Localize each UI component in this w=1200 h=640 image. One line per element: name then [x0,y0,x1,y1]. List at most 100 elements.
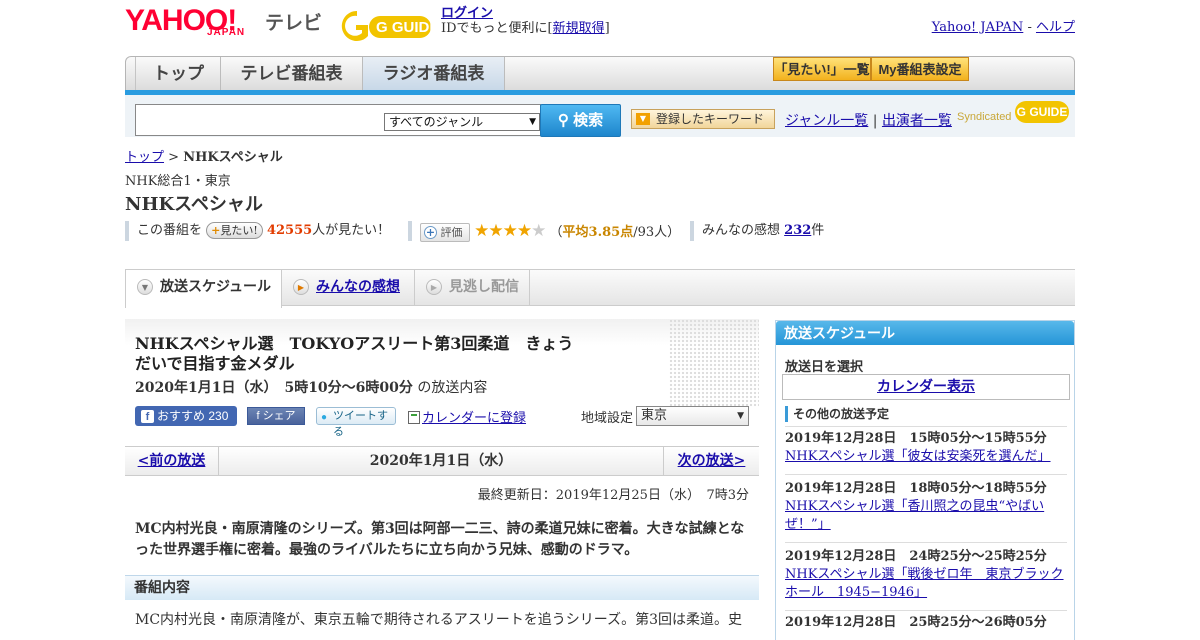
schedule-item-date: 2019年12月28日 24時25分～25時25分 [785,549,1047,564]
program-detail-text: MC内村光良・南原清隆が、東京五輪で期待されるアスリートを追うシリーズ。第3回は… [135,612,742,628]
yahoo-japan-link[interactable]: Yahoo! JAPAN [932,20,1024,35]
login-link[interactable]: ログイン [441,6,493,21]
prev-broadcast-link[interactable]: <前の放送 [125,447,219,475]
schedule-item-link[interactable]: NHKスペシャル選「彼女は安楽死を選んだ」 [785,448,1067,466]
genre-select[interactable]: すべてのジャンル [384,113,540,131]
star-icon: ★ [516,221,532,241]
schedule-sidebar: 放送スケジュール 放送日を選択 カレンダー表示 その他の放送予定 2019年12… [775,320,1075,640]
search-links: ジャンル一覧 | 出演者一覧 [785,110,952,130]
search-button[interactable]: ⚲ 検索 [540,104,621,137]
page-title: NHKスペシャル [125,194,263,215]
schedule-item-date: 2019年12月28日 25時25分～26時05分 [785,615,1047,630]
facebook-count: 230 [208,409,229,423]
help-link[interactable]: ヘルプ [1036,20,1075,35]
my-schedule-button[interactable]: My番組表設定 [871,57,969,81]
mitai-list-button[interactable]: 「見たい!」一覧 [773,57,871,81]
facebook-share-button[interactable]: f シェア [247,407,305,425]
impressions-count[interactable]: 232 [784,223,811,238]
mitai-suffix: 人が見たい！ [312,223,391,238]
global-nav: トップ テレビ番組表 ラジオ番組表 「見たい!」一覧 My番組表設定 [125,56,1075,90]
calendar-view-button[interactable]: カレンダー表示 [782,374,1070,400]
rating-button[interactable]: + 評価 [420,223,470,242]
impressions-label: みんなの感想 [702,223,781,238]
search-icon: ⚲ [557,112,569,129]
header-separator: - [1023,20,1036,35]
star-icon: ★ [502,221,518,241]
star-icon: ★ [488,221,503,241]
impressions-section: みんなの感想 232件 [690,221,824,241]
breadcrumb-top[interactable]: トップ [125,150,164,165]
star-icon: ★ [531,221,546,241]
genre-list-link[interactable]: ジャンル一覧 [785,113,868,129]
facebook-icon: f [141,410,154,423]
schedule-item-date: 2019年12月28日 18時05分～18時55分 [785,481,1047,496]
schedule-item-link[interactable]: NHKスペシャル選「香川照之の昆虫“やばいぜ！”」 [785,498,1067,534]
tab-impressions[interactable]: ▶ みんなの感想 [282,270,415,306]
top-right-links: Yahoo! JAPAN - ヘルプ [932,16,1075,35]
schedule-item: 2019年12月28日 24時25分～25時25分 NHKスペシャル選「戦後ゼロ… [785,548,1067,602]
program-meta: この番組を +見たい! 42555人が見たい！ + 評価 ★★★★★ （平均3.… [125,221,1075,242]
yahoo-japan-label: JAPAN [207,27,246,38]
broadcast-pager: <前の放送 2020年1月1日（水） 次の放送> [125,446,759,476]
impressions-suffix: 件 [811,223,825,238]
login-desc-end: ] [604,21,610,36]
breadcrumb: トップ > NHKスペシャル [125,146,283,165]
search-links-divider: | [872,113,878,129]
play-icon: ▶ [426,279,442,295]
tweet-button[interactable]: ● ツイートする [316,407,396,438]
plus-circle-icon: + [424,226,437,239]
schedule-item: 2019年12月28日 15時05分～15時55分 NHKスペシャル選「彼女は安… [785,430,1067,466]
gguide-logo-text: G GUIDE [376,19,435,36]
mitai-button[interactable]: +見たい! [206,222,263,239]
tv-logo[interactable]: テレビ [265,8,322,35]
nav-left-cap [126,57,136,90]
last-updated: 最終更新日：2019年12月25日（水） 7時3分 [477,488,749,503]
search-button-label: 検索 [573,112,604,129]
pager-current-date: 2020年1月1日（水） [369,453,513,469]
program-tabs: ▼ 放送スケジュール ▶ みんなの感想 ▶ 見逃し配信 [125,269,1075,308]
nav-tab-tv-schedule[interactable]: テレビ番組表 [221,57,363,90]
social-row: f おすすめ 230 f シェア ● ツイートする カレンダーに登録 地域設定 東京 [135,406,759,438]
calendar-register-link[interactable]: カレンダーに登録 [408,407,526,426]
rating-average: 平均3.85点 [562,225,634,240]
breadcrumb-current: NHKスペシャル [183,150,283,165]
channel-name: NHK総合1・東京 [125,174,231,189]
schedule-item-link[interactable]: NHKスペシャル選「戦後ゼロ年 東京ブラックホール 1945−1946」 [785,566,1067,602]
tab-schedule[interactable]: ▼ 放送スケジュール [125,270,282,308]
star-icon: ★ [474,221,489,241]
login-box: ログイン IDでもっと便利に[新規取得] [441,6,610,36]
nav-tab-radio-schedule[interactable]: ラジオ番組表 [363,57,505,90]
other-schedule-heading: その他の放送予定 [785,406,889,422]
performer-list-link[interactable]: 出演者一覧 [882,113,952,129]
rating-section: + 評価 ★★★★★ （平均3.85点/93人） [408,221,681,242]
sidebar-title: 放送スケジュール [776,321,1074,345]
twitter-bird-icon: ● [321,412,328,423]
keyword-button-label: 登録したキーワード [656,112,765,126]
registered-keyword-button[interactable]: ▼ 登録したキーワード [631,109,775,129]
schedule-item-date: 2019年12月28日 15時05分～15時55分 [785,431,1047,446]
schedule-item: 2019年12月28日 25時25分～26時05分 [785,614,1067,632]
schedule-item: 2019年12月28日 18時05分～18時55分 NHKスペシャル選「香川照之… [785,480,1067,534]
nav-tab-top[interactable]: トップ [137,57,221,90]
rating-stars: ★★★★★ [474,221,546,241]
gguide-logo[interactable]: G GUIDE [335,6,439,48]
triangle-down-icon: ▼ [636,113,650,125]
syndicated-label: Syndicated [957,111,1012,123]
facebook-recommend-button[interactable]: f おすすめ 230 [135,406,237,426]
next-broadcast-link[interactable]: 次の放送> [663,447,759,475]
tab-missed-streaming[interactable]: ▶ 見逃し配信 [415,270,530,306]
region-select[interactable]: 東京 [636,406,749,426]
breadcrumb-sep: > [168,150,180,165]
play-icon: ▶ [293,279,309,295]
episode-date: 2020年1月1日（水） 5時10分～6時00分 の放送内容 [135,377,487,397]
episode-summary: MC内村光良・南原清隆のシリーズ。第3回は阿部一二三、詩の柔道兄妹に密着。大きな… [135,521,745,558]
search-bar: すべてのジャンル ⚲ 検索 ▼ 登録したキーワード ジャンル一覧 | 出演者一覧… [125,95,1075,137]
mitai-prefix: この番組を [137,223,203,238]
rating-avg-open: （ [549,225,563,240]
rating-people: /93人） [633,225,681,240]
region-label: 地域設定 [581,411,634,426]
syndicated-gguide-logo: G GUIDE [1015,101,1069,123]
signup-link[interactable]: 新規取得 [553,21,605,36]
plus-icon: + [211,224,221,237]
select-date-label: 放送日を選択 [785,360,864,375]
